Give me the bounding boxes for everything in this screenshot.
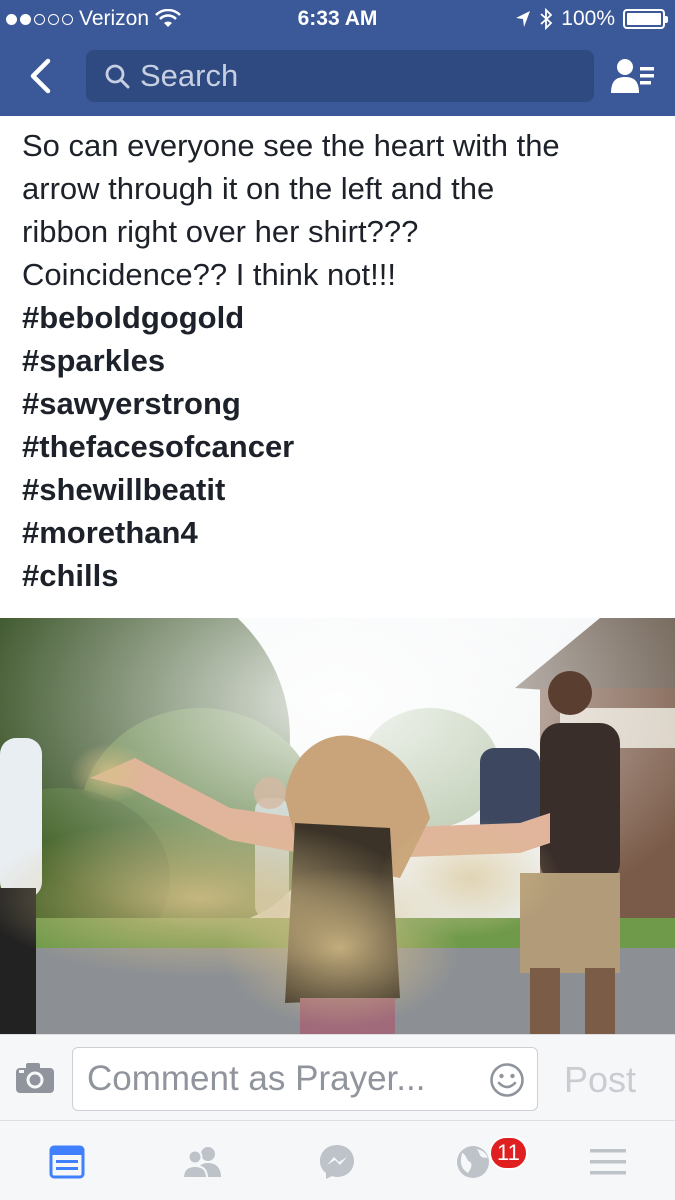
post-photo[interactable] <box>0 618 675 1034</box>
status-bar: Verizon 6:33 AM 100% <box>0 0 675 38</box>
navigation-bar: Search <box>0 38 675 116</box>
hashtag-link[interactable]: #chills <box>22 554 662 597</box>
post-text-line: arrow through it on the left and the <box>22 171 495 206</box>
emoji-icon[interactable] <box>489 1062 525 1098</box>
hashtag-link[interactable]: #morethan4 <box>22 511 662 554</box>
battery-icon <box>623 9 668 29</box>
chevron-left-icon <box>30 58 51 94</box>
friend-requests-icon <box>611 59 654 93</box>
top-header: Verizon 6:33 AM 100% Search <box>0 0 675 116</box>
hashtag-link[interactable]: #thefacesofcancer <box>22 425 662 468</box>
friends-icon <box>181 1147 221 1179</box>
notification-badge: 11 <box>489 1136 528 1170</box>
hamburger-menu-icon <box>590 1149 626 1175</box>
globe-icon <box>457 1146 489 1178</box>
camera-icon <box>16 1063 54 1093</box>
bluetooth-icon <box>540 8 553 30</box>
tab-menu[interactable] <box>578 1139 638 1185</box>
hashtag-link[interactable]: #sawyerstrong <box>22 382 662 425</box>
post-comment-button[interactable]: Post <box>564 1059 636 1101</box>
search-input[interactable]: Search <box>86 50 594 102</box>
tab-messenger[interactable] <box>307 1139 367 1185</box>
comment-bar: Comment as Prayer... Post <box>0 1034 675 1120</box>
post-text-line: Coincidence?? I think not!!! <box>22 257 396 292</box>
hashtag-link[interactable]: #beboldgogold <box>22 296 662 339</box>
tab-friends[interactable] <box>172 1139 232 1185</box>
camera-button[interactable] <box>14 1061 58 1097</box>
friend-requests-button[interactable] <box>609 54 657 98</box>
search-placeholder: Search <box>140 58 239 93</box>
hashtag-link[interactable]: #shewillbeatit <box>22 468 662 511</box>
post-text-line: So can everyone see the heart with the <box>22 128 560 163</box>
post-message: So can everyone see the heart with the a… <box>22 124 662 597</box>
back-button[interactable] <box>18 52 62 100</box>
location-arrow-icon <box>516 11 531 27</box>
status-right-group: 100% <box>515 7 668 31</box>
comment-input[interactable]: Comment as Prayer... <box>72 1047 538 1111</box>
comment-placeholder: Comment as Prayer... <box>87 1059 426 1098</box>
news-feed-icon <box>49 1145 85 1179</box>
post-text-line: ribbon right over her shirt??? <box>22 214 419 249</box>
photo-scene <box>0 618 675 1034</box>
hashtag-link[interactable]: #sparkles <box>22 339 662 382</box>
messenger-icon <box>320 1145 354 1179</box>
tab-news-feed[interactable] <box>37 1139 97 1185</box>
battery-percent: 100% <box>561 7 615 30</box>
bottom-tab-bar <box>0 1120 675 1200</box>
search-icon <box>105 64 130 89</box>
